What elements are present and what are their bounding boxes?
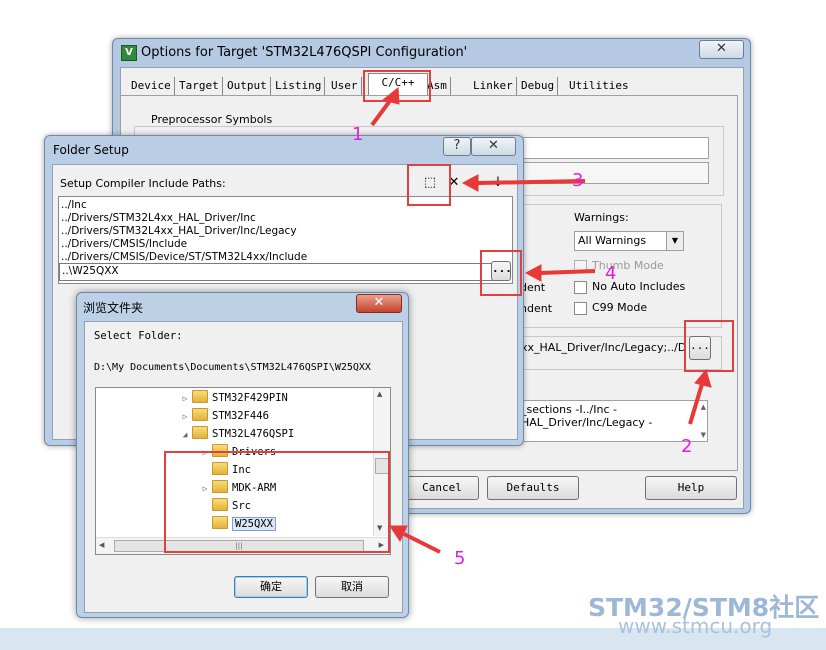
arrow-1-head [381, 87, 400, 105]
annotation-marker-4: 4 [605, 263, 617, 284]
annotation-marker-1: 1 [352, 124, 364, 145]
arrow-3-shaft [477, 179, 586, 185]
annotation-arrows [370, 87, 712, 554]
arrow-5-shaft [403, 532, 441, 554]
annotation-marker-2: 2 [681, 436, 693, 457]
arrow-4-shaft [539, 269, 596, 275]
arrow-2-head [694, 368, 712, 388]
arrow-1-shaft [370, 96, 394, 127]
arrow-4-head [524, 264, 542, 282]
arrow-2-shaft [688, 383, 704, 425]
annotation-marker-5: 5 [454, 548, 466, 569]
arrow-3-head [461, 174, 479, 192]
annotation-marker-3: 3 [572, 170, 584, 191]
watermark-url: www.stmcu.org [618, 614, 773, 638]
